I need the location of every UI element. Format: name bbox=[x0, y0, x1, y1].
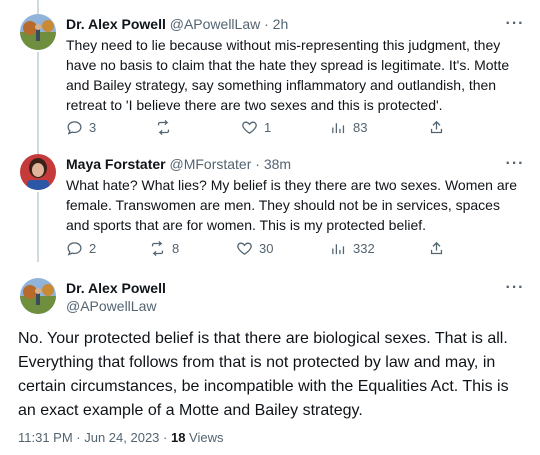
retweet-button[interactable] bbox=[155, 117, 178, 137]
like-button[interactable]: 1 bbox=[241, 117, 271, 137]
reply-button[interactable]: 2 bbox=[66, 238, 96, 258]
avatar[interactable] bbox=[20, 154, 56, 190]
tweet-actions: 3 1 83 bbox=[66, 117, 446, 137]
views-icon bbox=[332, 243, 345, 254]
views-label: Views bbox=[185, 430, 224, 445]
views-button[interactable]: 332 bbox=[330, 238, 375, 258]
view-count: 332 bbox=[353, 240, 375, 256]
avatar[interactable] bbox=[20, 278, 56, 314]
share-button[interactable] bbox=[428, 238, 445, 258]
author-handle[interactable]: @APowellLaw bbox=[66, 297, 156, 315]
tweet-timestamp: 11:31 PM · Jun 24, 2023 · 18 Views bbox=[18, 429, 224, 447]
like-button[interactable]: 30 bbox=[236, 238, 273, 258]
heart-icon bbox=[242, 121, 257, 134]
more-icon[interactable]: ··· bbox=[506, 155, 524, 173]
tweet-header: Dr. Alex Powell @APowellLaw · 2h bbox=[66, 15, 288, 33]
heart-icon bbox=[237, 242, 252, 255]
reply-button[interactable]: 3 bbox=[66, 117, 96, 137]
retweet-button[interactable]: 8 bbox=[149, 238, 179, 258]
share-icon bbox=[430, 120, 443, 133]
author-handle[interactable]: @APowellLaw bbox=[170, 16, 260, 32]
thread-line bbox=[37, 192, 39, 262]
view-count: 83 bbox=[353, 119, 368, 135]
tweet-time[interactable]: · 38m bbox=[255, 156, 291, 172]
more-icon[interactable]: ··· bbox=[506, 15, 524, 33]
more-icon[interactable]: ··· bbox=[506, 279, 524, 297]
like-count: 30 bbox=[259, 240, 274, 256]
retweet-icon bbox=[151, 240, 164, 256]
timestamp-text[interactable]: 11:31 PM · Jun 24, 2023 · bbox=[18, 430, 171, 445]
avatar[interactable] bbox=[20, 14, 56, 50]
thread-line bbox=[37, 0, 39, 14]
tweet-actions: 2 8 30 332 bbox=[66, 238, 446, 258]
reply-icon bbox=[67, 120, 82, 135]
tweet-text: They need to lie because without mis-rep… bbox=[66, 37, 510, 113]
tweet-text: What hate? What lies? My belief is they … bbox=[66, 177, 518, 233]
reply-count: 2 bbox=[89, 240, 97, 256]
views-icon bbox=[332, 122, 345, 133]
author-name[interactable]: Maya Forstater bbox=[66, 156, 166, 172]
tweet-time[interactable]: · 2h bbox=[264, 16, 288, 32]
like-count: 1 bbox=[264, 119, 272, 135]
share-icon bbox=[430, 241, 443, 254]
tweet-header: Maya Forstater @MForstater · 38m bbox=[66, 155, 291, 173]
views-count: 18 bbox=[170, 430, 186, 445]
views-button[interactable]: 83 bbox=[330, 117, 367, 137]
reply-count: 3 bbox=[89, 119, 97, 135]
retweet-count: 8 bbox=[172, 240, 180, 256]
share-button[interactable] bbox=[428, 117, 445, 137]
main-tweet-text: No. Your protected belief is that there … bbox=[18, 330, 509, 419]
author-name[interactable]: Dr. Alex Powell bbox=[66, 279, 166, 297]
reply-icon bbox=[67, 241, 82, 256]
thread-line bbox=[37, 52, 39, 154]
author-handle[interactable]: @MForstater bbox=[169, 156, 251, 172]
author-name[interactable]: Dr. Alex Powell bbox=[66, 16, 166, 32]
retweet-icon bbox=[157, 119, 170, 135]
